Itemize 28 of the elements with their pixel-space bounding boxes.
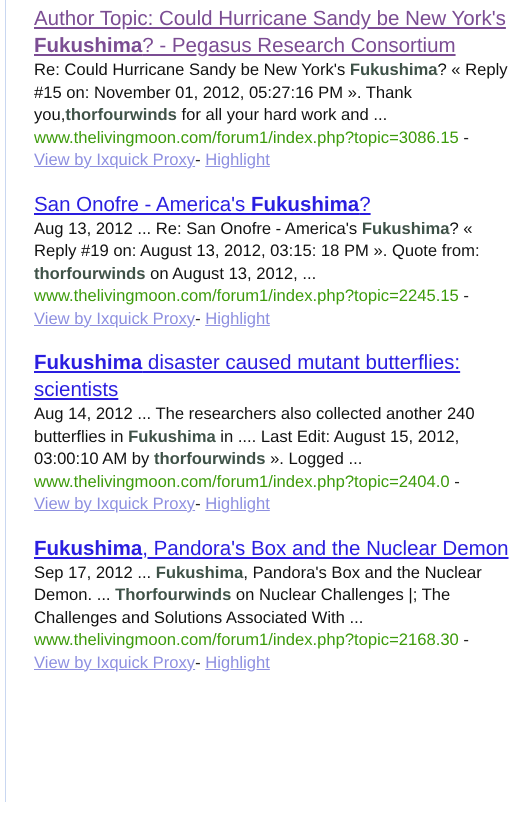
result-link[interactable]: Highlight [205,308,270,328]
result-title-link[interactable]: Author Topic: Could Hurricane Sandy be New York's Fukushima? - Pegasus Research Consortium [34,5,510,59]
separator: - [195,150,201,169]
separator: - [195,308,201,328]
result-link[interactable]: View by Ixquick Proxy [34,308,196,328]
result-link[interactable]: View by Ixquick Proxy [34,652,196,672]
result-url: www.thelivingmoon.com/forum1/index.php?topic=3086.15 [34,128,459,146]
result-link[interactable]: View by Ixquick Proxy [34,494,196,513]
separator: - [463,630,469,649]
result-title-link[interactable]: San Onofre - America's Fukushima? [34,190,510,218]
result-url: www.thelivingmoon.com/forum1/index.php?topic=2168.30 [34,630,459,649]
result-url: www.thelivingmoon.com/forum1/index.php?topic=2245.15 [34,286,459,305]
result-link[interactable]: Highlight [205,494,270,513]
result-link[interactable]: Highlight [205,150,270,169]
separator: - [463,128,469,146]
result-link[interactable]: Highlight [205,652,270,672]
result-url: www.thelivingmoon.com/forum1/index.php?topic=2404.0 [34,472,450,490]
result-snippet: Sep 17, 2012 ... Fukushima, Pandora's Box and the Nuclear Demon. ... Thorfourwinds on Nuclear Challenges |; The Challenges and Solutions Associated With ... [34,562,483,628]
result-link[interactable]: View by Ixquick Proxy [34,150,196,169]
result-snippet: Aug 13, 2012 ... Re: San Onofre - America's Fukushima? « Reply #19 on: August 13, 2012, 03:15: 18 PM ». Quote from: thorfourwinds on August 13, 2012, ... [34,218,481,284]
separator: - [195,652,201,672]
separator: - [454,472,460,490]
result-snippet: Re: Could Hurricane Sandy be New York's Fukushima? « Reply #15 on: November 01, 2012, 05:27:16 PM ». Thank you,thorfourwinds for all your hard work and ... [34,59,509,126]
result-title-link[interactable]: Fukushima disaster caused mutant butterflies: scientists [34,349,510,403]
separator: - [463,286,469,305]
result-snippet: Aug 14, 2012 ... The researchers also collected another 240 butterflies in Fukushima in .... Last Edit: August 15, 2012, 03:00:10 AM by thorfourwinds ». Logged ... [34,403,476,470]
result-title-link[interactable]: Fukushima, Pandora's Box and the Nuclear Demon [34,534,510,562]
separator: - [195,494,201,513]
